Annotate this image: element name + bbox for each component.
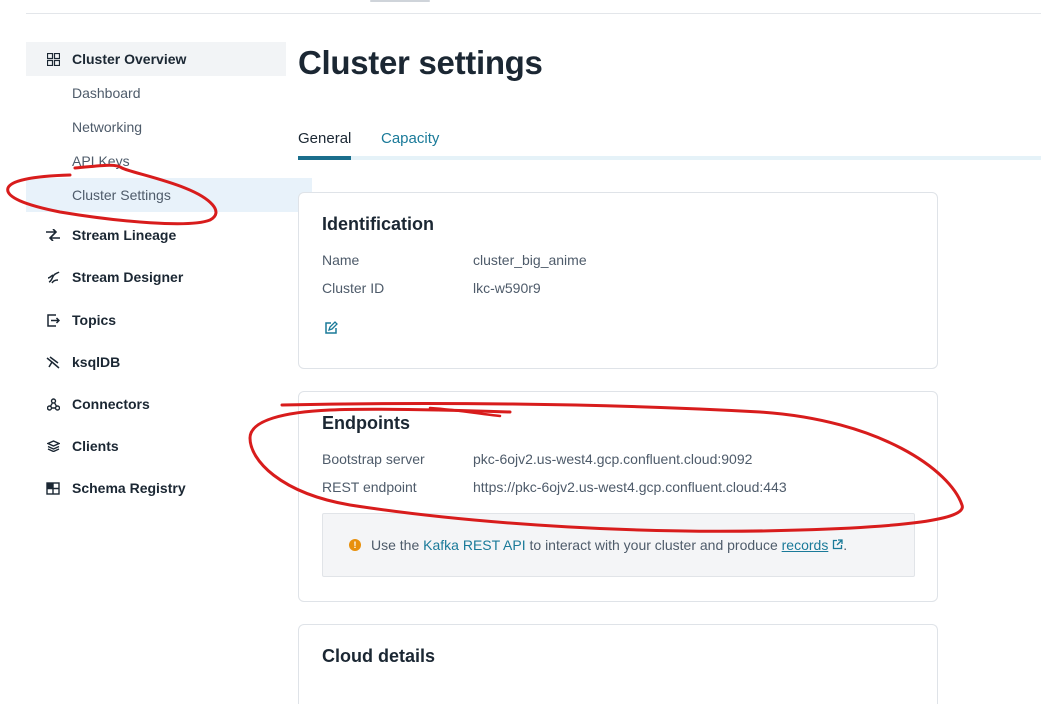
sidebar-item-label: Clients	[72, 438, 119, 454]
info-suffix: .	[843, 537, 848, 553]
sidebar-item-schema-registry[interactable]: Schema Registry	[26, 476, 286, 500]
identification-title: Identification	[322, 214, 434, 234]
sidebar-item-dashboard[interactable]: Dashboard	[26, 76, 312, 110]
rest-endpoint-label: REST endpoint	[322, 479, 417, 495]
clients-icon	[46, 439, 60, 453]
lineage-icon	[46, 228, 60, 242]
tab-general[interactable]: General	[298, 130, 351, 147]
sidebar-item-connectors[interactable]: Connectors	[26, 392, 286, 416]
bootstrap-server-label: Bootstrap server	[322, 451, 425, 467]
active-tab-indicator	[298, 156, 351, 160]
sidebar-item-ksqldb[interactable]: ksqlDB	[26, 350, 286, 374]
cluster-id-label: Cluster ID	[322, 280, 385, 296]
sidebar-item-label: Connectors	[72, 396, 150, 412]
sidebar-item-networking[interactable]: Networking	[26, 110, 312, 144]
sidebar-item-clients[interactable]: Clients	[26, 434, 286, 458]
edit-icon[interactable]	[324, 321, 338, 335]
connectors-icon	[46, 397, 60, 411]
ksqldb-icon	[46, 355, 60, 369]
endpoints-card: Endpoints Bootstrap server pkc-6ojv2.us-…	[298, 391, 938, 602]
name-label: Name	[322, 252, 360, 268]
sidebar-item-stream-designer[interactable]: Stream Designer	[26, 265, 286, 289]
records-link[interactable]: records	[782, 537, 829, 553]
sidebar-item-label: Cluster Overview	[72, 51, 187, 67]
info-prefix: Use the	[371, 537, 420, 553]
schema-registry-icon	[46, 481, 60, 495]
tab-baseline	[298, 156, 1041, 160]
sidebar-item-cluster-settings[interactable]: Cluster Settings	[26, 178, 312, 212]
tab-bar: General Capacity	[298, 128, 1041, 160]
top-divider	[26, 13, 1041, 14]
sidebar-item-label: Stream Designer	[72, 269, 184, 285]
sidebar-item-stream-lineage[interactable]: Stream Lineage	[26, 223, 286, 247]
topics-icon	[46, 313, 60, 327]
tab-capacity[interactable]: Capacity	[381, 130, 439, 147]
rest-api-info-box: ! Use the Kafka REST API to interact wit…	[322, 513, 915, 577]
info-message: ! Use the Kafka REST API to interact wit…	[349, 537, 847, 553]
sidebar-item-label: Cluster Settings	[72, 187, 171, 203]
warning-icon: !	[349, 539, 361, 551]
sidebar-item-label: Topics	[72, 312, 117, 328]
rest-endpoint-value: https://pkc-6ojv2.us-west4.gcp.confluent…	[473, 479, 787, 495]
cloud-details-card: Cloud details	[298, 624, 938, 704]
sidebar-item-api-keys[interactable]: API Keys	[26, 144, 312, 178]
kafka-rest-api-link[interactable]: Kafka REST API	[423, 537, 525, 553]
sidebar-item-label: Stream Lineage	[72, 227, 177, 243]
info-middle: to interact with your cluster and produc…	[529, 537, 778, 553]
page-title: Cluster settings	[298, 44, 543, 81]
sidebar-item-label: Schema Registry	[72, 480, 186, 496]
cluster-id-value: lkc-w590r9	[473, 280, 541, 296]
identification-card: Identification Name cluster_big_anime Cl…	[298, 192, 938, 369]
designer-icon	[46, 270, 60, 284]
cloud-details-title: Cloud details	[322, 646, 436, 666]
sidebar-item-label: Dashboard	[72, 85, 141, 101]
breadcrumb-fragment	[370, 0, 440, 4]
sidebar-item-label: Networking	[72, 119, 143, 135]
external-link-icon[interactable]	[832, 537, 843, 553]
grid-icon	[46, 52, 60, 66]
sidebar: Cluster Overview Dashboard Networking AP…	[26, 42, 312, 672]
endpoints-title: Endpoints	[322, 413, 410, 433]
sidebar-item-label: ksqlDB	[72, 354, 121, 370]
bootstrap-server-value: pkc-6ojv2.us-west4.gcp.confluent.cloud:9…	[473, 451, 753, 467]
sidebar-item-topics[interactable]: Topics	[26, 308, 286, 332]
sidebar-item-cluster-overview[interactable]: Cluster Overview	[26, 42, 286, 76]
name-value: cluster_big_anime	[473, 252, 587, 268]
sidebar-item-label: API Keys	[72, 153, 130, 169]
